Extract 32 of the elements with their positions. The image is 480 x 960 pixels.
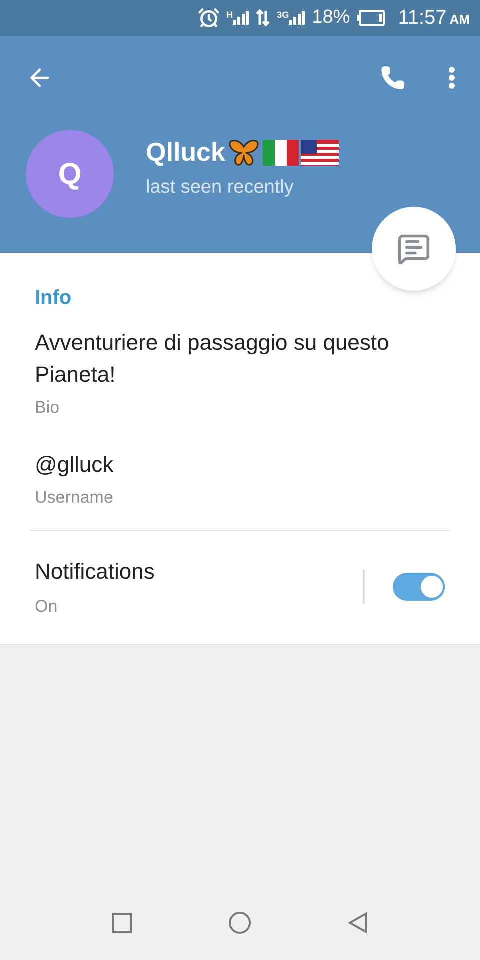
avatar: Q [26,130,114,218]
network-type: 3G [277,11,290,20]
italy-flag-icon [263,140,300,166]
last-seen-status: last seen recently [146,176,295,200]
back-nav-button[interactable] [348,912,368,934]
battery-icon [357,10,386,26]
network-type: H [226,11,234,20]
signal-icon [289,11,306,25]
clock-period: AM [450,11,470,29]
call-button[interactable] [380,65,406,91]
contact-name: Qlluck [146,136,226,170]
data-transfer-icon [256,9,270,27]
phone-icon [380,65,406,91]
clock-time: 11:57 [398,6,447,31]
alarm-icon [198,7,220,29]
signal-icon [233,11,250,25]
notifications-title: Notifications [35,558,156,586]
butterfly-icon [227,138,262,167]
recent-apps-button[interactable] [112,913,132,933]
info-value: @glluck [35,450,115,479]
chat-bubble-icon [397,232,431,266]
info-label: Username [35,486,114,508]
home-button[interactable] [228,911,252,935]
usa-flag-icon [301,140,340,166]
info-value: Avventuriere di passaggio su questo Pianeta! [35,329,390,389]
section-title: Info [34,286,73,311]
info-label: Bio [35,397,61,419]
notifications-toggle[interactable] [393,573,445,602]
more-options-button[interactable] [448,66,456,90]
notifications-status: On [35,596,59,618]
battery-percent: 18% [312,6,350,30]
more-icon [448,66,456,90]
